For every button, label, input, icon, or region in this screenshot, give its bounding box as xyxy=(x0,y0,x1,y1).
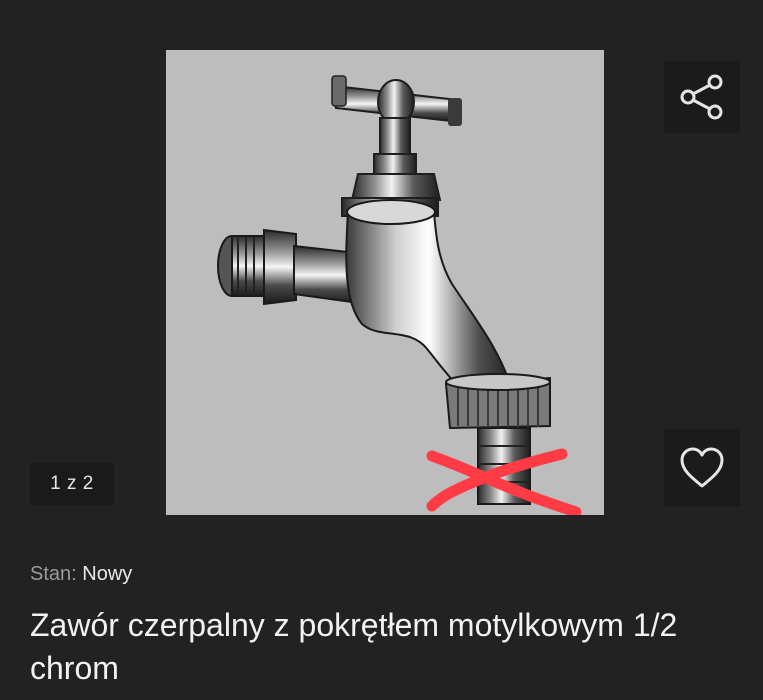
image-gallery[interactable]: 1 z 2 xyxy=(0,0,763,530)
tap-image xyxy=(217,75,582,515)
share-icon xyxy=(680,74,723,120)
item-condition: Stan: Nowy xyxy=(30,561,132,587)
condition-label: Stan: xyxy=(30,563,77,585)
share-button[interactable] xyxy=(664,61,740,133)
heart-icon xyxy=(680,447,724,487)
product-photo[interactable] xyxy=(166,50,604,515)
condition-value: Nowy xyxy=(82,563,133,585)
favorite-button[interactable] xyxy=(664,429,740,506)
listing-title: Zawór czerpalny z pokrętłem motylkowym 1… xyxy=(30,607,678,686)
image-counter: 1 z 2 xyxy=(30,463,114,505)
